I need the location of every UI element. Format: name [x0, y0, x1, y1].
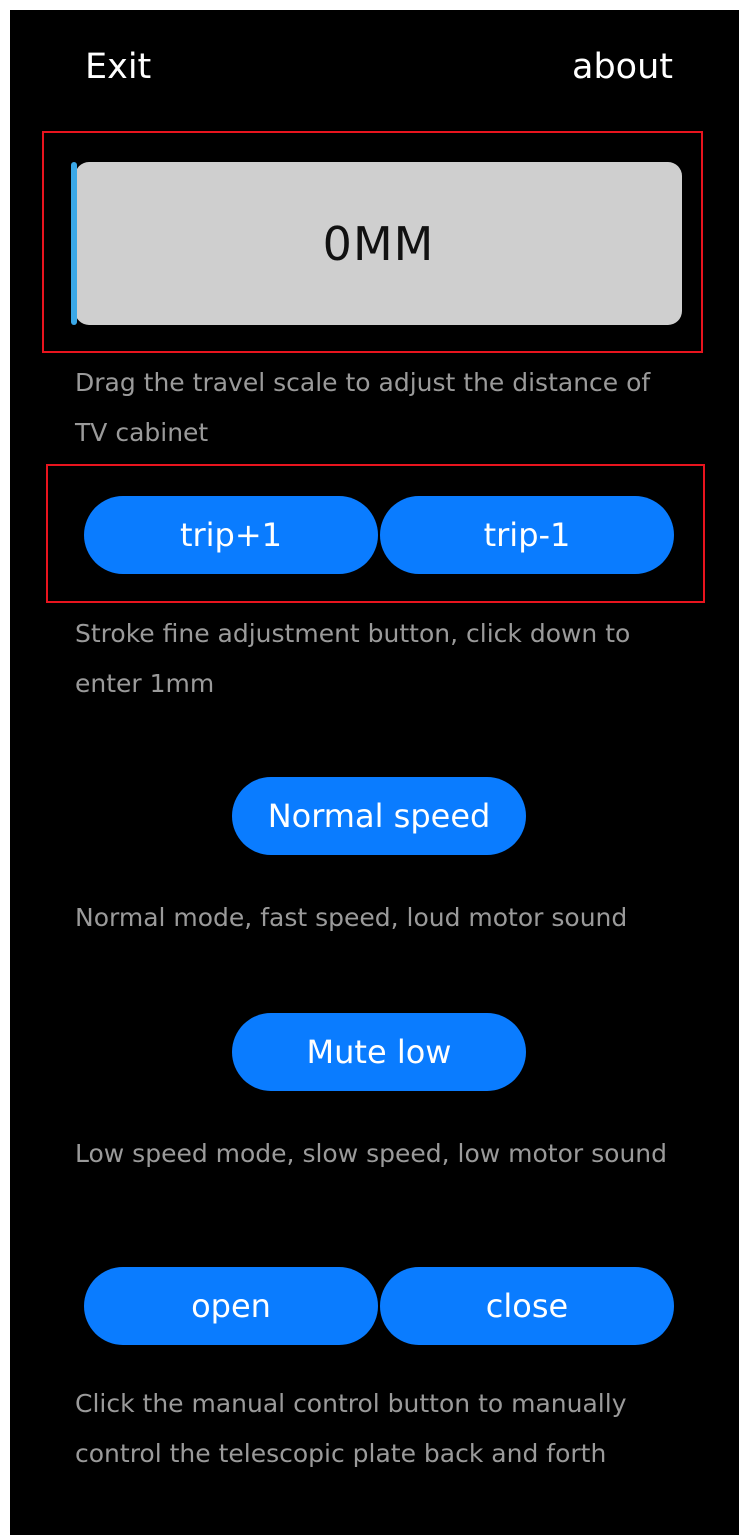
travel-distance-readout: 0MM	[322, 216, 435, 271]
travel-scale-slider[interactable]: 0MM	[75, 162, 682, 325]
about-button[interactable]: about	[572, 46, 673, 88]
trip-buttons-description: Stroke fine adjustment button, click dow…	[75, 619, 631, 698]
mute-low-description: Low speed mode, slow speed, low motor so…	[75, 1139, 668, 1168]
close-button[interactable]: close	[380, 1267, 674, 1345]
normal-speed-button[interactable]: Normal speed	[232, 777, 526, 855]
manual-control-description: Click the manual control button to manua…	[75, 1389, 627, 1468]
normal-speed-description: Normal mode, fast speed, loud motor soun…	[75, 903, 628, 932]
open-button[interactable]: open	[84, 1267, 378, 1345]
travel-scale-description: Drag the travel scale to adjust the dist…	[75, 368, 651, 447]
travel-scale-handle[interactable]	[71, 162, 77, 325]
trip-plus-one-button[interactable]: trip+1	[84, 496, 378, 574]
mute-low-button[interactable]: Mute low	[232, 1013, 526, 1091]
exit-button[interactable]: Exit	[85, 46, 151, 88]
trip-minus-one-button[interactable]: trip-1	[380, 496, 674, 574]
